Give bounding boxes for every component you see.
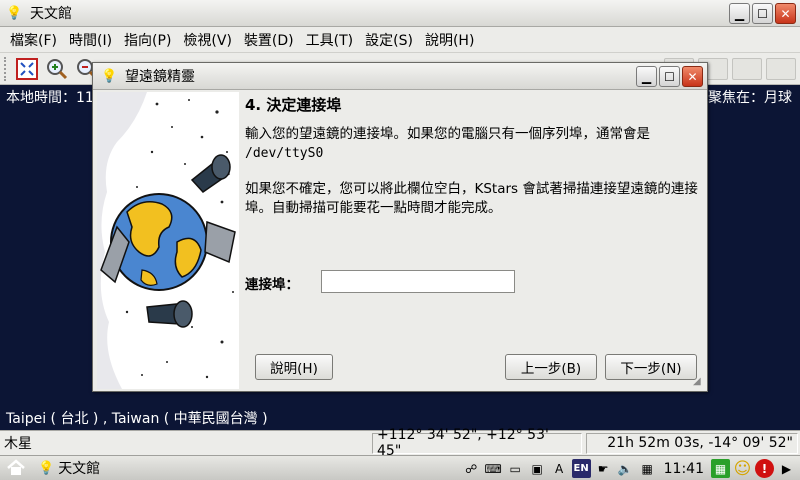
menubar: 檔案(F) 時間(I) 指向(P) 檢視(V) 裝置(D) 工具(T) 設定(S… xyxy=(0,27,800,52)
calendar-icon[interactable]: ▦ xyxy=(638,459,657,478)
local-time-label: 本地時間：11 xyxy=(6,90,94,106)
telescope-app-icon: 💡 xyxy=(38,460,55,476)
dialog-body: 4. 決定連接埠 輸入您的望遠鏡的連接埠。如果您的電腦只有一個序列埠，通常會是 … xyxy=(95,92,705,389)
toolbar-button[interactable] xyxy=(732,57,762,80)
resize-grip[interactable]: ◢ xyxy=(693,377,703,387)
toolbar-handle[interactable] xyxy=(4,56,8,81)
hand-icon[interactable]: ☛ xyxy=(594,459,613,478)
instruction-text: 輸入您的望遠鏡的連接埠。如果您的電腦只有一個序列埠，通常會是 /dev/ttyS… xyxy=(245,125,701,163)
port-label: 連接埠： xyxy=(245,277,299,293)
telescope-app-icon: 💡 xyxy=(101,68,118,84)
step-title: 4. 決定連接埠 xyxy=(245,96,342,114)
clock[interactable]: 11:41 xyxy=(660,461,708,477)
home-icon[interactable] xyxy=(0,459,32,477)
system-tray: ☍ ⌨ ▭ ▣ A EN ☛ 🔈 ▦ 11:41 ▦ ☺ ! ▶ xyxy=(462,458,796,479)
back-button[interactable]: 上一步(B) xyxy=(505,354,597,380)
dialog-close-button[interactable]: ✕ xyxy=(682,66,703,87)
menu-settings[interactable]: 設定(S) xyxy=(359,30,419,50)
menu-help[interactable]: 說明(H) xyxy=(419,30,480,50)
input-method-icon[interactable]: A xyxy=(550,459,569,478)
telescope-wizard-dialog: 💡 望遠鏡精靈 ▁ ☐ ✕ 4. 決定連接埠 輸入您的望遠鏡的連接埠。如果您的電… xyxy=(92,62,708,392)
next-button[interactable]: 下一步(N) xyxy=(605,354,697,380)
focus-label: 聚焦在：月球 xyxy=(708,90,792,106)
volume-icon[interactable]: 🔈 xyxy=(616,459,635,478)
taskbar-app-button[interactable]: 💡 天文館 xyxy=(38,458,100,478)
device-path: /dev/ttyS0 xyxy=(245,146,324,161)
close-button[interactable]: ✕ xyxy=(775,3,796,24)
battery-icon[interactable]: ▭ xyxy=(506,459,525,478)
menu-view[interactable]: 檢視(V) xyxy=(177,30,238,50)
dialog-minimize-button[interactable]: ▁ xyxy=(636,66,657,87)
auto-scan-text: 如果您不確定，您可以將此欄位空白，KStars 會試著掃描連接望遠鏡的連接埠。自… xyxy=(245,181,698,216)
instruction-text-body: 輸入您的望遠鏡的連接埠。如果您的電腦只有一個序列埠，通常會是 xyxy=(245,126,650,142)
dialog-titlebar[interactable]: 💡 望遠鏡精靈 ▁ ☐ ✕ xyxy=(93,63,707,90)
green-grid-icon[interactable]: ▦ xyxy=(711,459,730,478)
telescope-app-icon: 💡 xyxy=(6,5,23,21)
power-icon[interactable]: ! xyxy=(755,459,774,478)
status-equatorial-coords: 21h 52m 03s, -14° 09' 52" xyxy=(586,432,798,454)
taskbar-app-label: 天文館 xyxy=(58,461,101,477)
main-window-controls: ▁ ☐ ✕ xyxy=(729,3,796,24)
main-titlebar[interactable]: 💡 天文館 ▁ ☐ ✕ xyxy=(0,0,800,27)
menu-file[interactable]: 檔案(F) xyxy=(4,30,63,50)
keyboard-icon[interactable]: ⌨ xyxy=(484,459,503,478)
minimize-button[interactable]: ▁ xyxy=(729,3,750,24)
zoom-in-icon[interactable] xyxy=(44,56,70,82)
menu-devices[interactable]: 裝置(D) xyxy=(238,30,300,50)
menu-time[interactable]: 時間(I) xyxy=(63,30,118,50)
dialog-maximize-button[interactable]: ☐ xyxy=(659,66,680,87)
wizard-illustration xyxy=(97,92,239,389)
language-icon[interactable]: EN xyxy=(571,459,591,478)
statusbar: 木星 +112° 34' 52", +12° 53' 45" 21h 52m 0… xyxy=(0,427,800,459)
dialog-window-controls: ▁ ☐ ✕ xyxy=(636,66,703,87)
smiley-icon[interactable]: ☺ xyxy=(733,459,752,479)
maximize-button[interactable]: ☐ xyxy=(752,3,773,24)
location-label: Taipei ( 台北 ) , Taiwan ( 中華民國台灣 ) xyxy=(6,411,268,427)
main-window-title: 天文館 xyxy=(30,6,72,22)
dialog-title: 望遠鏡精靈 xyxy=(125,69,195,85)
toolbar-button[interactable] xyxy=(766,57,796,80)
status-object: 木星 xyxy=(4,436,32,452)
status-horizontal-coords: +112° 34' 52", +12° 53' 45" xyxy=(372,427,582,459)
menu-pointing[interactable]: 指向(P) xyxy=(118,30,177,50)
menu-tools[interactable]: 工具(T) xyxy=(300,30,359,50)
zoom-fit-icon[interactable] xyxy=(14,56,40,82)
arrow-right-icon[interactable]: ▶ xyxy=(777,459,796,478)
media-icon[interactable]: ▣ xyxy=(528,459,547,478)
network-icon[interactable]: ☍ xyxy=(462,459,481,478)
port-input[interactable] xyxy=(321,270,515,293)
help-button[interactable]: 說明(H) xyxy=(255,354,333,380)
taskbar: 💡 天文館 ☍ ⌨ ▭ ▣ A EN ☛ 🔈 ▦ 11:41 ▦ ☺ ! ▶ xyxy=(0,455,800,480)
wizard-content: 4. 決定連接埠 輸入您的望遠鏡的連接埠。如果您的電腦只有一個序列埠，通常會是 … xyxy=(241,92,705,389)
